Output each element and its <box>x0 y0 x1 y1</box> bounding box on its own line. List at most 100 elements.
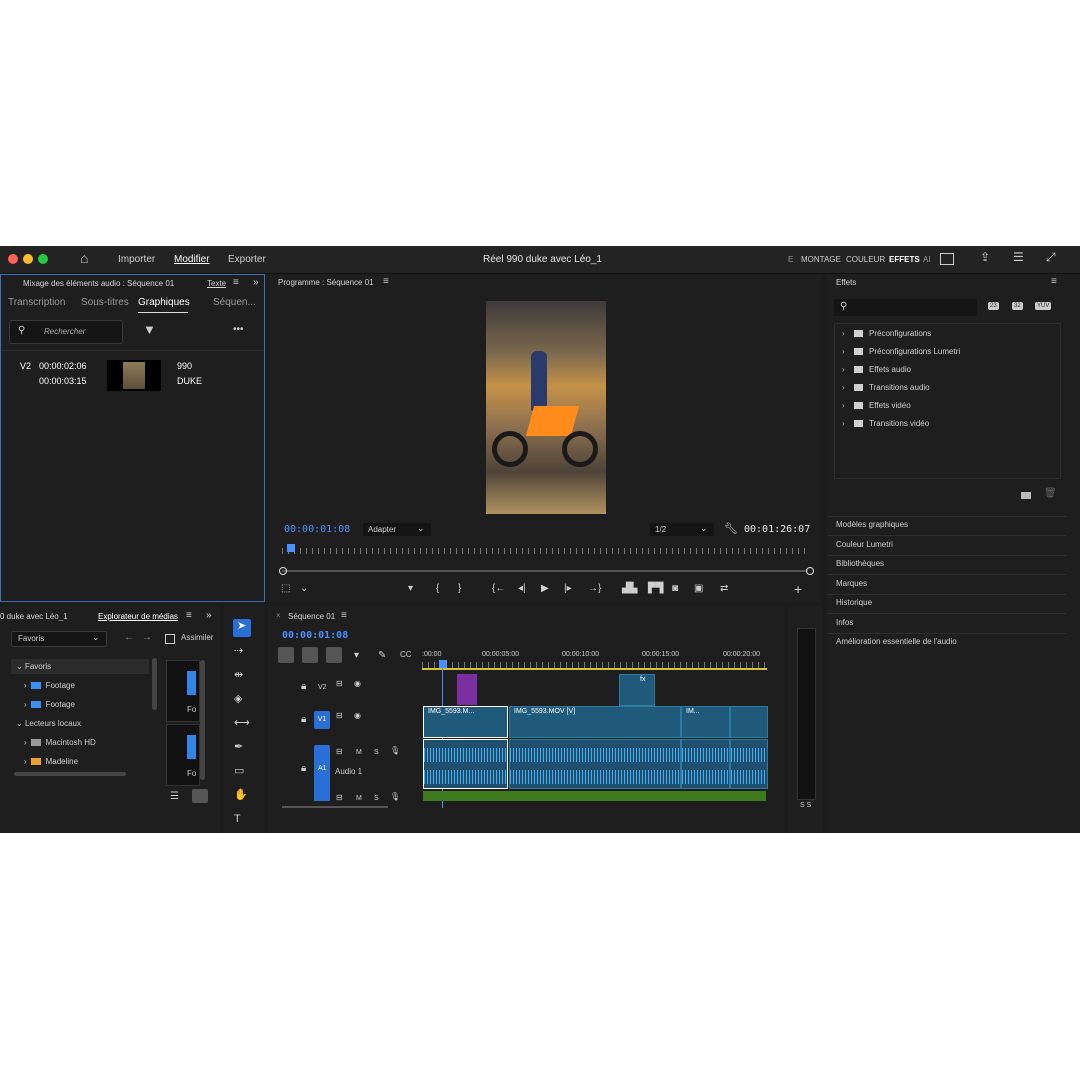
timeline-menu-icon[interactable]: ≡ <box>341 611 347 621</box>
more-panels-icon[interactable]: » <box>253 278 259 288</box>
audio-clip[interactable] <box>730 739 768 789</box>
minimize-window-button[interactable] <box>23 254 33 264</box>
tab-sous-titres[interactable]: Sous-titres <box>81 297 129 308</box>
tree-item-footage[interactable]: › Footage <box>24 700 75 709</box>
track-select-icon[interactable]: ⇢ <box>234 646 243 657</box>
new-bin-icon[interactable] <box>1021 492 1031 499</box>
timeline-playhead-handle[interactable] <box>439 660 447 668</box>
microphone-icon[interactable]: 🎙︎ <box>390 747 400 755</box>
play-icon[interactable]: ▶ <box>541 584 549 594</box>
favorites-select[interactable]: Favoris ⌄ <box>11 631 107 647</box>
icon-view-button[interactable] <box>192 789 208 803</box>
solo-button[interactable]: S <box>374 749 379 756</box>
audio-clip[interactable] <box>509 739 681 789</box>
tree-horizontal-scrollbar[interactable] <box>14 772 126 776</box>
settings-sliders-icon[interactable]: ☰ <box>1013 251 1024 263</box>
graphic-clip[interactable] <box>457 674 477 705</box>
workspace-ai[interactable]: AI <box>923 255 931 264</box>
workspace-couleur[interactable]: COULEUR <box>846 255 885 264</box>
go-to-out-icon[interactable]: →} <box>588 584 601 594</box>
nav-exporter[interactable]: Exporter <box>228 254 266 265</box>
mute-button[interactable]: M <box>356 749 362 756</box>
zoom-handle-left[interactable] <box>279 567 287 575</box>
add-button-icon[interactable]: + <box>794 582 802 596</box>
timeline-timecode[interactable]: 00:00:01:08 <box>282 630 348 641</box>
share-icon[interactable]: ⇪ <box>980 251 990 263</box>
track-v1-target[interactable]: V1 <box>314 711 330 729</box>
program-playhead[interactable] <box>287 544 296 552</box>
tab-graphiques[interactable]: Graphiques <box>138 297 190 308</box>
project-tab[interactable]: 0 duke avec Léo_1 <box>0 612 68 621</box>
search-box[interactable]: ⚲ Rechercher <box>9 320 123 344</box>
sync-lock-icon[interactable]: ⊟ <box>336 680 343 688</box>
linked-selection-button[interactable] <box>326 647 342 663</box>
v1-clip[interactable]: IMG_5593.MOV [V] <box>509 706 681 738</box>
sync-lock-icon[interactable]: ⊟ <box>336 794 343 802</box>
home-icon[interactable]: ⌂ <box>80 251 88 265</box>
workspace-effets[interactable]: EFFETS <box>889 255 920 264</box>
chevron-down-icon[interactable]: ⌄ <box>300 584 308 594</box>
mark-in-icon[interactable]: { <box>436 584 439 594</box>
effects-tree-item[interactable]: › Préconfigurations Lumetri <box>842 347 960 356</box>
snap-button[interactable] <box>302 647 318 663</box>
panel-menu-icon[interactable]: ≡ <box>233 278 239 288</box>
razor-icon[interactable]: ◈ <box>234 694 242 705</box>
tab-sequence[interactable]: Séquen... <box>213 297 256 308</box>
lock-icon[interactable]: 🔒︎ <box>301 764 306 774</box>
captions-icon[interactable]: CC <box>400 651 412 659</box>
add-marker-icon[interactable]: ▾ <box>354 651 359 661</box>
panel-modeles-graphiques[interactable]: Modèles graphiques <box>836 520 908 529</box>
32bit-effects-icon[interactable]: 32 <box>1012 302 1023 310</box>
resolution-select[interactable]: 1/2 ⌄ <box>650 523 714 536</box>
go-to-in-icon[interactable]: {← <box>492 584 505 594</box>
step-forward-icon[interactable]: |▸ <box>564 584 572 594</box>
media-thumbnail[interactable]: Fo <box>166 724 200 786</box>
timeline-header[interactable]: Séquence 01 <box>288 612 335 621</box>
media-thumbnail[interactable]: Fo <box>166 660 200 722</box>
lift-icon[interactable]: ▟▙ <box>622 584 637 594</box>
workspace-montage[interactable]: MONTAGE <box>801 255 841 264</box>
text-panel-tab[interactable]: Texte <box>207 279 226 288</box>
audio-clip[interactable] <box>423 739 508 789</box>
safe-margins-icon[interactable]: ⬚ <box>281 584 290 594</box>
media-browser-tab[interactable]: Explorateur de médias <box>98 612 178 621</box>
workspaces-menu-icon[interactable] <box>940 253 954 265</box>
hand-icon[interactable]: ✋ <box>234 790 248 801</box>
v2-clip[interactable]: fx <box>619 674 655 706</box>
back-arrow-icon[interactable]: ← <box>124 633 134 643</box>
step-back-icon[interactable]: ◂| <box>518 584 526 594</box>
close-tab-icon[interactable]: × <box>276 612 281 620</box>
effects-search-input[interactable]: ⚲ <box>834 299 977 316</box>
panel-infos[interactable]: Infos <box>836 618 853 627</box>
effects-tree-item[interactable]: › Transitions audio <box>842 383 930 392</box>
program-menu-icon[interactable]: ≡ <box>383 277 389 287</box>
panel-historique[interactable]: Historique <box>836 598 872 607</box>
workspace-e[interactable]: E <box>788 255 793 264</box>
meter-solo-labels[interactable]: S S <box>800 802 811 809</box>
nav-modifier[interactable]: Modifier <box>174 254 210 265</box>
fit-select[interactable]: Adapter ⌄ <box>363 523 431 536</box>
wrench-icon[interactable]: 🔧︎ <box>724 524 738 535</box>
v1-clip[interactable]: IMG_5593.M... <box>423 706 508 738</box>
add-marker-icon[interactable]: ▾ <box>408 584 413 594</box>
pen-icon[interactable]: ✒ <box>234 742 243 753</box>
more-panels-icon[interactable]: » <box>206 611 212 621</box>
v1-clip[interactable]: IM... <box>681 706 730 738</box>
effects-tree-item[interactable]: › Transitions vidéo <box>842 419 929 428</box>
forward-arrow-icon[interactable]: → <box>142 633 152 643</box>
v1-clip[interactable] <box>730 706 768 738</box>
work-area-bar[interactable] <box>422 668 767 670</box>
fullscreen-icon[interactable]: ⤢ <box>1046 251 1056 263</box>
lock-icon[interactable]: 🔒︎ <box>301 715 306 725</box>
mute-button[interactable]: M <box>356 795 362 802</box>
wrench-icon[interactable]: ✎ <box>378 651 386 661</box>
video-frame[interactable] <box>486 301 606 514</box>
panel-couleur-lumetri[interactable]: Couleur Lumetri <box>836 540 893 549</box>
music-clip[interactable] <box>423 791 766 801</box>
nest-toggle-button[interactable] <box>278 647 294 663</box>
panel-menu-icon[interactable]: ≡ <box>186 611 192 621</box>
sync-lock-icon[interactable]: ⊟ <box>336 712 343 720</box>
thumbs-scrollbar[interactable] <box>200 660 205 780</box>
trash-icon[interactable]: 🗑︎ <box>1044 489 1057 499</box>
program-zoom-bar[interactable] <box>282 570 808 572</box>
